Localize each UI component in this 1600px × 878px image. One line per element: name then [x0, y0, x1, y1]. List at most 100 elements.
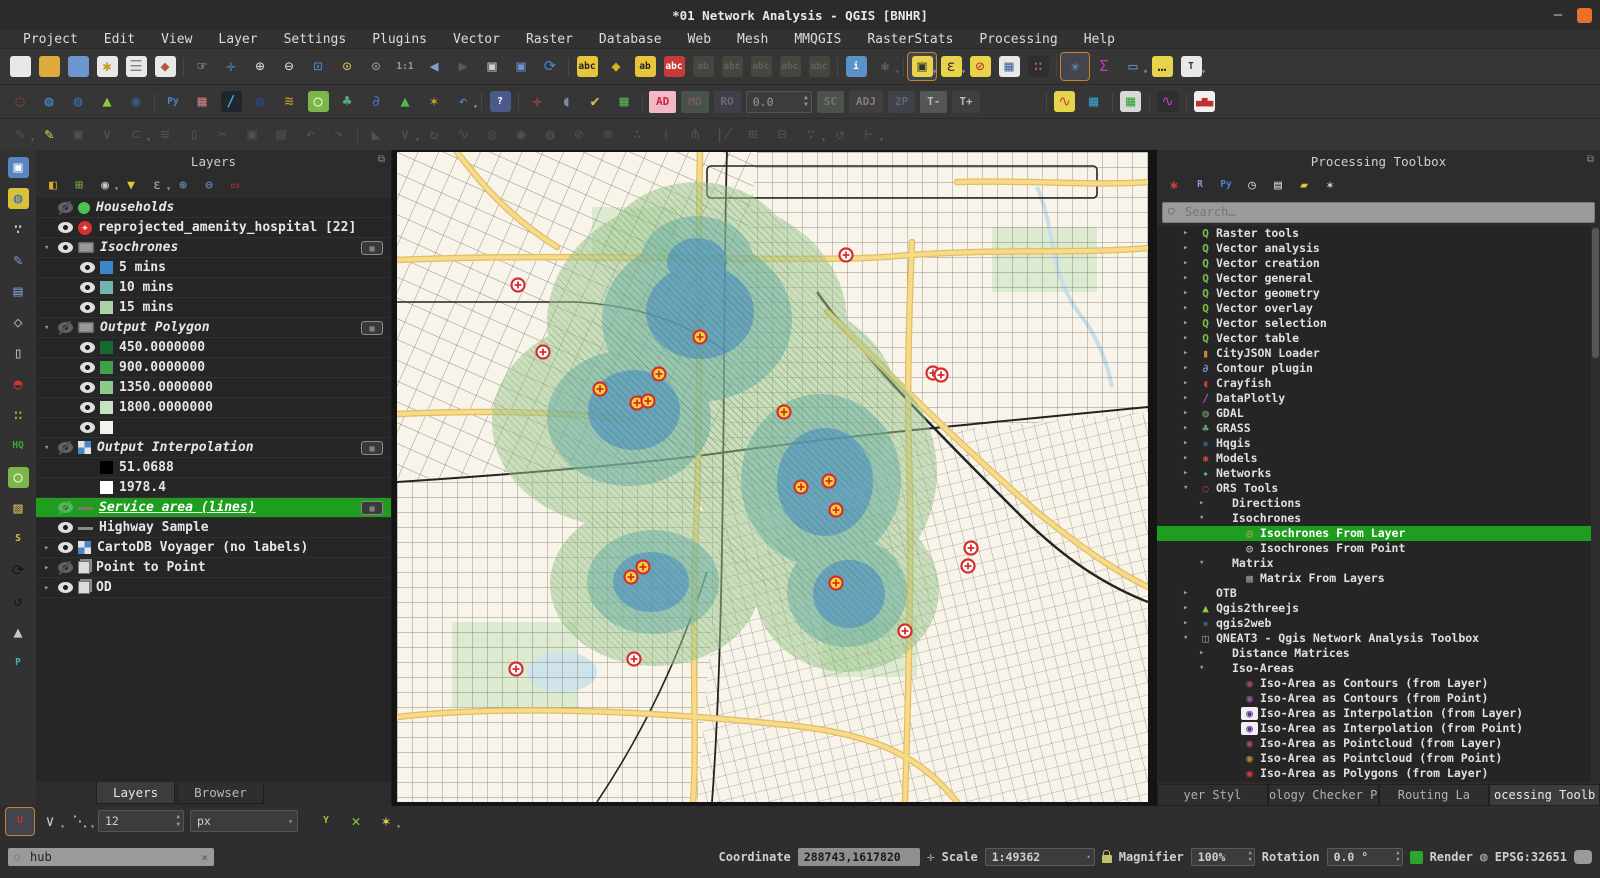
toolbox-item[interactable]: Q Vector table	[1157, 331, 1600, 346]
caret-icon[interactable]	[1183, 303, 1197, 313]
spinner-arrows-icon[interactable]: ▲▼	[1396, 850, 1399, 864]
caret-icon[interactable]	[1183, 438, 1197, 448]
dock-tab[interactable]: yer Styl	[1157, 784, 1268, 806]
visibility-toggle[interactable]	[57, 242, 74, 253]
mmqgis-grid-icon[interactable]: ▦	[188, 88, 216, 115]
menu-item[interactable]: Raster	[515, 32, 584, 47]
reshape-features-icon[interactable]: ∴	[623, 121, 651, 148]
menu-item[interactable]: Processing	[968, 32, 1068, 47]
layer-row[interactable]: 10 mins	[36, 278, 391, 298]
caret-icon[interactable]	[1183, 288, 1197, 298]
style-manager-icon[interactable]: ◆	[151, 53, 179, 80]
quickosm-icon[interactable]: ♣	[333, 88, 361, 115]
caret-icon[interactable]	[44, 323, 57, 333]
quickmapservices-icon[interactable]: ◍	[246, 88, 274, 115]
zoom-last-icon[interactable]: ◀	[420, 53, 448, 80]
toolbox-item[interactable]: ◎ Isochrones From Point	[1157, 541, 1600, 556]
merge-features-icon[interactable]: ⊞	[739, 121, 767, 148]
map-tips-icon[interactable]: …	[1148, 53, 1176, 80]
add-table-icon[interactable]: ▦	[1117, 88, 1145, 115]
menu-item[interactable]: Layer	[207, 32, 268, 47]
visibility-toggle[interactable]	[57, 222, 74, 233]
copy-features-icon[interactable]: ▣	[238, 121, 266, 148]
locator-bar[interactable]: ○ ✕	[8, 848, 214, 866]
history-icon[interactable]: ◷	[1239, 173, 1265, 197]
toolbox-item[interactable]: ◉ Iso-Area as Contours (from Point)	[1157, 691, 1600, 706]
layer-row[interactable]: Output Polygon	[36, 318, 391, 338]
move-feature-icon[interactable]: ∨	[391, 121, 419, 148]
osm-search-icon[interactable]: ○	[4, 464, 32, 490]
toolbox-item[interactable]: Directions	[1157, 496, 1600, 511]
new-print-layout-icon[interactable]: ✱	[93, 53, 121, 80]
undo-history-icon[interactable]: ↶	[449, 88, 477, 115]
cut-features-icon[interactable]: ✂	[209, 121, 237, 148]
curved-label-icon[interactable]: abc	[776, 53, 804, 80]
simplify-feature-icon[interactable]: ∿	[449, 121, 477, 148]
new-map-view-icon[interactable]: ▣	[478, 53, 506, 80]
caret-icon[interactable]	[1183, 348, 1197, 358]
toolbox-item[interactable]: ◎ Isochrones From Layer	[1157, 526, 1600, 541]
vertex-tool-icon[interactable]: ∵	[797, 121, 825, 148]
caret-icon[interactable]	[1183, 423, 1197, 433]
street-map-edit-icon[interactable]: ▨	[4, 495, 32, 521]
remove-layer-icon[interactable]: ▭	[222, 173, 248, 197]
add-part-icon[interactable]: ◉	[507, 121, 535, 148]
annotation-layer-icon[interactable]: ✎	[4, 247, 32, 273]
db-manager-icon[interactable]: ▯	[4, 340, 32, 366]
zoom-to-selection-icon[interactable]: ⊙	[333, 53, 361, 80]
slide-label-icon[interactable]: abc	[805, 53, 833, 80]
new-scratch-layer-icon[interactable]: ∵	[4, 216, 32, 242]
caret-icon[interactable]	[1183, 318, 1197, 328]
spinner-arrows-icon[interactable]: ▲▼	[804, 94, 808, 110]
toolbox-search-input[interactable]	[1162, 202, 1595, 223]
toolbox-item[interactable]: ▮ CityJSON Loader	[1157, 346, 1600, 361]
caret-icon[interactable]	[1183, 453, 1197, 463]
menu-item[interactable]: Database	[588, 32, 673, 47]
caret-icon[interactable]	[1183, 588, 1197, 598]
metasearch-icon[interactable]: ◍	[35, 88, 63, 115]
snap-units-combo[interactable]: px	[190, 810, 298, 832]
pan-to-selection-icon[interactable]: ✛	[217, 53, 245, 80]
caret-icon[interactable]	[1199, 558, 1213, 568]
new-memory-layer-icon[interactable]: ▤	[4, 278, 32, 304]
locator-input[interactable]	[30, 850, 180, 864]
toolbox-item[interactable]: ◉ Iso-Area as Contours (from Layer)	[1157, 676, 1600, 691]
menu-item[interactable]: View	[150, 32, 203, 47]
clear-icon[interactable]: ✕	[201, 851, 208, 864]
caret-icon[interactable]	[1183, 468, 1197, 478]
caret-icon[interactable]	[1183, 408, 1197, 418]
contour-export-icon[interactable]: ∿	[1051, 88, 1079, 115]
layer-row[interactable]: Service area (lines)	[36, 498, 391, 518]
visibility-toggle[interactable]	[79, 342, 96, 353]
osm-place-search-icon[interactable]: ○	[304, 88, 332, 115]
new-3d-map-view-icon[interactable]: ▣	[507, 53, 535, 80]
visibility-toggle[interactable]	[57, 542, 74, 553]
field-calculator-icon[interactable]: ∷	[1024, 53, 1052, 80]
caret-icon[interactable]	[44, 543, 57, 553]
crs-value[interactable]: EPSG:32651	[1495, 850, 1567, 864]
map-canvas[interactable]	[397, 152, 1148, 802]
minimize-button[interactable]: –	[1549, 7, 1567, 23]
spinner-arrows-icon[interactable]: ▲▼	[1248, 850, 1251, 864]
data-source-manager-icon[interactable]: ▣	[4, 154, 32, 180]
panel-tab[interactable]: Browser	[177, 782, 264, 804]
add-group-icon[interactable]: ⊞	[66, 173, 92, 197]
toolbox-item[interactable]: Q Vector general	[1157, 271, 1600, 286]
label-toolbar-icon[interactable]: ◆	[602, 53, 630, 80]
layout-manager-icon[interactable]: ☰	[122, 53, 150, 80]
snap-intersection-icon[interactable]: ✕	[342, 808, 370, 835]
change-label-icon[interactable]: abc	[747, 53, 775, 80]
visibility-toggle[interactable]	[79, 282, 96, 293]
scrollbar-thumb[interactable]	[1592, 228, 1599, 358]
visibility-toggle[interactable]	[79, 402, 96, 413]
toolbox-item[interactable]: ◉ Iso-Area as Polygons (from Layer)	[1157, 766, 1600, 781]
delete-ring-icon[interactable]: ⊘	[565, 121, 593, 148]
visibility-toggle[interactable]	[79, 422, 96, 433]
caret-icon[interactable]	[1183, 603, 1197, 613]
highlight-labels-icon[interactable]: abc	[660, 53, 688, 80]
select-features-icon[interactable]: ▣	[908, 53, 936, 80]
split-features-icon[interactable]: ⋔	[681, 121, 709, 148]
zoom-native-icon[interactable]: 1:1	[391, 53, 419, 80]
panel-tab[interactable]: Layers	[96, 782, 175, 804]
layer-row[interactable]: OD	[36, 578, 391, 598]
